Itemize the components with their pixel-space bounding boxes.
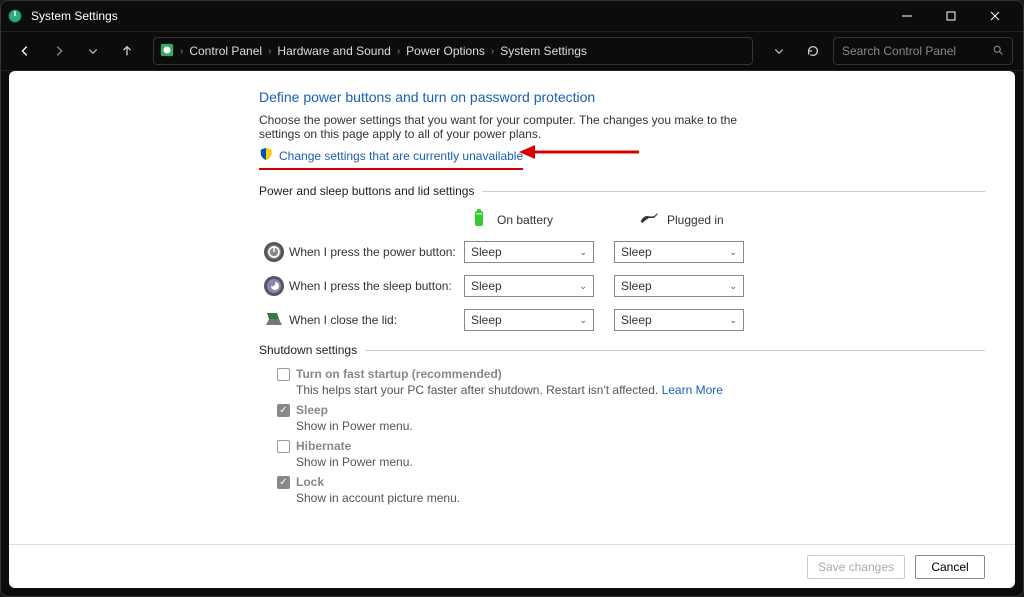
buttons-lid-section: Power and sleep buttons and lid settings…	[259, 184, 985, 331]
section-legend: Power and sleep buttons and lid settings	[259, 184, 474, 198]
row-label: When I press the sleep button:	[289, 279, 464, 293]
hibernate-checkbox[interactable]	[277, 440, 290, 453]
row-label: When I close the lid:	[289, 313, 464, 327]
option-label: Lock	[296, 475, 324, 489]
option-label: Turn on fast startup (recommended)	[296, 367, 502, 381]
save-button[interactable]: Save changes	[807, 555, 905, 579]
chevron-right-icon: ›	[180, 46, 183, 57]
chevron-down-icon: ⌄	[579, 247, 587, 258]
control-panel-icon	[160, 43, 174, 60]
content-area: Define power buttons and turn on passwor…	[9, 71, 1015, 588]
divider	[365, 350, 985, 351]
shutdown-section: Shutdown settings Turn on fast startup (…	[259, 343, 985, 505]
forward-button[interactable]	[45, 37, 73, 65]
option-sub: Show in account picture menu.	[296, 491, 985, 505]
power-button-icon	[259, 241, 289, 263]
app-icon	[7, 8, 23, 24]
power-button-row: When I press the power button: Sleep⌄ Sl…	[259, 241, 985, 263]
learn-more-link[interactable]: Learn More	[662, 383, 723, 397]
lid-plugged-select[interactable]: Sleep⌄	[614, 309, 744, 331]
plug-icon	[639, 208, 659, 231]
breadcrumb-item[interactable]: Control Panel	[189, 44, 262, 58]
sleep-battery-select[interactable]: Sleep⌄	[464, 275, 594, 297]
power-battery-select[interactable]: Sleep⌄	[464, 241, 594, 263]
sleep-option: ✓ Sleep Show in Power menu.	[277, 403, 985, 433]
breadcrumb-item[interactable]: System Settings	[500, 44, 587, 58]
on-battery-header: On battery	[469, 208, 609, 231]
cancel-button[interactable]: Cancel	[915, 555, 985, 579]
option-label: Hibernate	[296, 439, 351, 453]
option-label: Sleep	[296, 403, 328, 417]
footer: Save changes Cancel	[9, 544, 1015, 588]
up-button[interactable]	[113, 37, 141, 65]
address-dropdown[interactable]	[765, 37, 793, 65]
option-sub: Show in Power menu.	[296, 419, 985, 433]
annotation-arrow	[519, 143, 639, 164]
window: System Settings › Control Panel › Hardwa…	[0, 0, 1024, 597]
maximize-button[interactable]	[929, 1, 973, 31]
plugged-in-header: Plugged in	[639, 208, 779, 231]
window-title: System Settings	[31, 9, 885, 23]
chevron-down-icon: ⌄	[579, 315, 587, 326]
back-button[interactable]	[11, 37, 39, 65]
page-heading: Define power buttons and turn on passwor…	[259, 89, 985, 105]
page-intro: Choose the power settings that you want …	[259, 113, 759, 141]
fast-startup-checkbox[interactable]	[277, 368, 290, 381]
sleep-plugged-select[interactable]: Sleep⌄	[614, 275, 744, 297]
minimize-button[interactable]	[885, 1, 929, 31]
change-settings-link[interactable]: Change settings that are currently unava…	[259, 147, 523, 166]
search-placeholder: Search Control Panel	[842, 44, 956, 58]
breadcrumb[interactable]: › Control Panel › Hardware and Sound › P…	[153, 37, 753, 65]
sleep-button-row: When I press the sleep button: Sleep⌄ Sl…	[259, 275, 985, 297]
lock-option: ✓ Lock Show in account picture menu.	[277, 475, 985, 505]
lid-row: When I close the lid: Sleep⌄ Sleep⌄	[259, 309, 985, 331]
divider	[482, 191, 985, 192]
refresh-button[interactable]	[799, 37, 827, 65]
lid-battery-select[interactable]: Sleep⌄	[464, 309, 594, 331]
change-settings-link-wrap: Change settings that are currently unava…	[259, 147, 523, 170]
option-sub: This helps start your PC faster after sh…	[296, 383, 658, 397]
chevron-down-icon: ⌄	[579, 281, 587, 292]
breadcrumb-item[interactable]: Power Options	[406, 44, 485, 58]
shield-icon	[259, 147, 273, 164]
sleep-checkbox[interactable]: ✓	[277, 404, 290, 417]
lid-icon	[259, 309, 289, 331]
chevron-right-icon: ›	[491, 46, 494, 57]
close-button[interactable]	[973, 1, 1017, 31]
chevron-down-icon: ⌄	[729, 247, 737, 258]
battery-icon	[469, 208, 489, 231]
chevron-right-icon: ›	[268, 46, 271, 57]
power-plugged-select[interactable]: Sleep⌄	[614, 241, 744, 263]
hibernate-option: Hibernate Show in Power menu.	[277, 439, 985, 469]
chevron-down-icon: ⌄	[729, 315, 737, 326]
fast-startup-option: Turn on fast startup (recommended) This …	[277, 367, 985, 397]
chevron-right-icon: ›	[397, 46, 400, 57]
search-input[interactable]: Search Control Panel	[833, 37, 1013, 65]
lock-checkbox[interactable]: ✓	[277, 476, 290, 489]
change-settings-label: Change settings that are currently unava…	[279, 149, 523, 163]
titlebar: System Settings	[1, 1, 1023, 31]
chevron-down-icon: ⌄	[729, 281, 737, 292]
search-icon	[992, 44, 1004, 59]
row-label: When I press the power button:	[289, 245, 464, 259]
recent-dropdown[interactable]	[79, 37, 107, 65]
section-legend: Shutdown settings	[259, 343, 357, 357]
breadcrumb-item[interactable]: Hardware and Sound	[277, 44, 390, 58]
sleep-button-icon	[259, 275, 289, 297]
navbar: › Control Panel › Hardware and Sound › P…	[1, 31, 1023, 71]
option-sub: Show in Power menu.	[296, 455, 985, 469]
